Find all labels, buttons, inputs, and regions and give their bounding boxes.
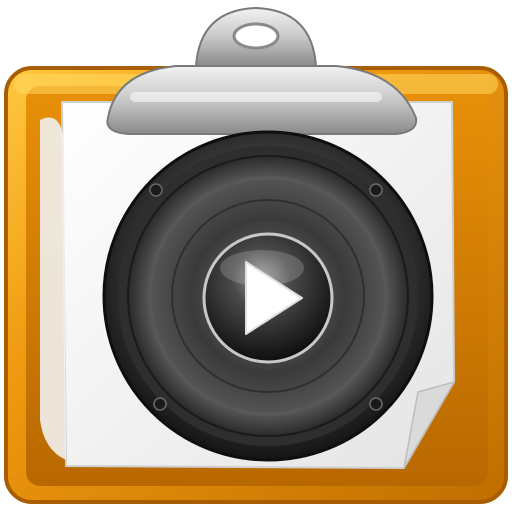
app-icon[interactable] (0, 0, 512, 512)
play-button[interactable] (202, 232, 334, 364)
speaker-icon (102, 130, 434, 462)
